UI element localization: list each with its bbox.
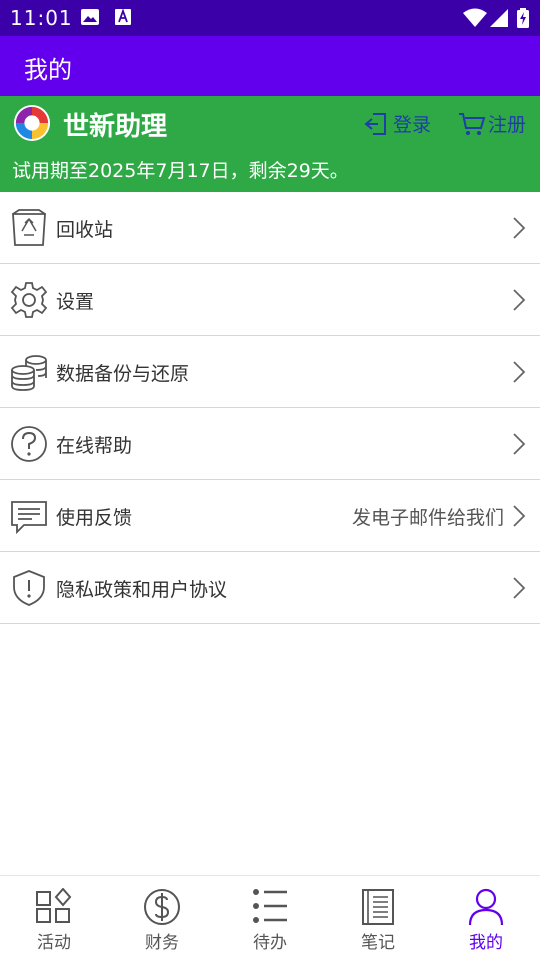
app-logo-icon xyxy=(13,104,51,142)
chevron-right-icon xyxy=(513,217,526,239)
gallery-notification-icon xyxy=(81,9,99,25)
menu-item-feedback[interactable]: 使用反馈 发电子邮件给我们 xyxy=(0,480,540,552)
menu-item-label: 隐私政策和用户协议 xyxy=(56,579,228,601)
menu-item-privacy-policy[interactable]: 隐私政策和用户协议 xyxy=(0,552,540,624)
status-bar: 11:01 xyxy=(0,0,540,36)
app-bar: 我的 xyxy=(0,36,540,96)
nav-tab-todo[interactable]: 待办 xyxy=(216,876,324,961)
settings-menu: 回收站 设置 数据备份与还原 在线帮助 使用反馈 发电子邮件给我们 隐私政策和用… xyxy=(0,192,540,624)
nav-tab-finance[interactable]: 财务 xyxy=(108,876,216,961)
feedback-icon xyxy=(11,501,47,535)
nav-label: 财务 xyxy=(145,933,179,953)
text-notification-icon xyxy=(115,8,131,25)
menu-item-recycle-bin[interactable]: 回收站 xyxy=(0,192,540,264)
login-label: 登录 xyxy=(393,114,432,136)
bottom-navigation: 活动 财务 待办 笔记 我的 xyxy=(0,875,540,961)
chevron-right-icon xyxy=(513,577,526,599)
chevron-right-icon xyxy=(513,361,526,383)
list-icon xyxy=(253,889,287,923)
shield-icon xyxy=(13,570,45,606)
menu-item-online-help[interactable]: 在线帮助 xyxy=(0,408,540,480)
login-button[interactable]: 登录 xyxy=(363,110,431,137)
account-header: 世新助理 登录 注册 试用期至2025年7月17日，剩余29天。 xyxy=(0,96,540,192)
recycle-bin-icon xyxy=(12,209,46,246)
chevron-right-icon xyxy=(513,289,526,311)
nav-label: 活动 xyxy=(37,933,71,953)
menu-item-label: 在线帮助 xyxy=(56,435,133,457)
chevron-right-icon xyxy=(513,505,526,527)
nav-label: 笔记 xyxy=(361,933,395,953)
nav-tab-notes[interactable]: 笔记 xyxy=(324,876,432,961)
notebook-icon xyxy=(362,889,394,925)
register-button[interactable]: 注册 xyxy=(458,110,526,137)
person-icon xyxy=(468,888,504,926)
gear-icon xyxy=(10,282,48,318)
email-us-link[interactable]: 发电子邮件给我们 xyxy=(352,503,504,530)
app-name: 世新助理 xyxy=(63,112,168,142)
page-title: 我的 xyxy=(24,56,72,84)
signal-icon xyxy=(490,9,508,27)
nav-tab-activities[interactable]: 活动 xyxy=(0,876,108,961)
cart-icon xyxy=(459,112,486,135)
nav-label: 我的 xyxy=(469,933,503,953)
help-icon xyxy=(11,426,47,462)
dollar-icon xyxy=(144,889,180,925)
menu-item-settings[interactable]: 设置 xyxy=(0,264,540,336)
menu-item-label: 回收站 xyxy=(56,219,114,241)
database-icon xyxy=(11,355,47,391)
login-icon xyxy=(364,112,386,135)
battery-icon xyxy=(517,8,529,28)
menu-item-backup-restore[interactable]: 数据备份与还原 xyxy=(0,336,540,408)
trial-status-text: 试用期至2025年7月17日，剩余29天。 xyxy=(12,160,349,182)
wifi-icon xyxy=(463,8,487,27)
register-label: 注册 xyxy=(488,114,527,136)
nav-label: 待办 xyxy=(253,933,287,953)
menu-item-label: 设置 xyxy=(56,291,95,313)
grid-icon xyxy=(36,888,72,923)
menu-item-label: 使用反馈 xyxy=(56,507,133,529)
status-time: 11:01 xyxy=(10,6,73,30)
menu-item-label: 数据备份与还原 xyxy=(56,363,190,385)
nav-tab-me[interactable]: 我的 xyxy=(432,876,540,961)
chevron-right-icon xyxy=(513,433,526,455)
